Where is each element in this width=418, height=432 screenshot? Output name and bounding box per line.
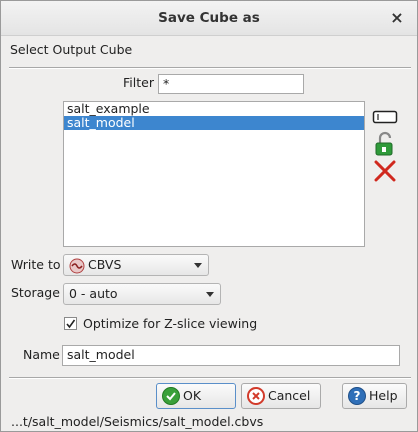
lock-open-icon (375, 131, 393, 156)
save-cube-dialog: Save Cube as × Select Output Cube Filter… (0, 0, 418, 432)
close-icon[interactable]: × (387, 8, 407, 28)
storage-select[interactable]: 0 - auto (63, 283, 221, 305)
write-to-select[interactable]: CBVS (63, 254, 209, 276)
storage-value: 0 - auto (69, 286, 118, 301)
write-to-label: Write to (11, 257, 61, 272)
help-button[interactable]: ? Help (342, 383, 407, 409)
cube-list[interactable]: salt_example salt_model (63, 101, 365, 247)
help-label: Help (369, 388, 398, 403)
optimize-label: Optimize for Z-slice viewing (83, 316, 258, 331)
cancel-button[interactable]: Cancel (241, 383, 321, 409)
filter-label: Filter (123, 75, 154, 90)
write-to-value: CBVS (88, 257, 122, 272)
list-item[interactable]: salt_example (64, 102, 364, 116)
ok-button[interactable]: OK (156, 383, 236, 409)
optimize-checkbox[interactable] (64, 317, 77, 330)
delete-icon (374, 160, 396, 182)
top-divider (9, 67, 411, 69)
section-label: Select Output Cube (10, 42, 133, 57)
window-title: Save Cube as (158, 10, 260, 26)
lock-button[interactable] (372, 131, 398, 156)
cancel-icon (247, 387, 265, 405)
bottom-divider (9, 377, 411, 379)
storage-label: Storage (11, 285, 60, 300)
help-icon: ? (348, 387, 366, 405)
rename-icon (372, 110, 398, 124)
chevron-down-icon (206, 292, 214, 297)
file-path: ...t/salt_model/Seismics/salt_model.cbvs (11, 414, 264, 429)
ok-label: OK (183, 388, 202, 403)
name-label: Name (23, 347, 60, 362)
rename-button[interactable] (372, 105, 398, 129)
filter-input[interactable]: * (158, 74, 304, 94)
checkmark-icon (66, 319, 76, 329)
check-circle-icon (162, 387, 180, 405)
delete-button[interactable] (372, 159, 398, 183)
title-bar: Save Cube as × (1, 1, 417, 36)
cbvs-format-icon (69, 258, 85, 274)
chevron-down-icon (194, 263, 202, 268)
name-input[interactable]: salt_model (62, 345, 400, 366)
list-item-selected[interactable]: salt_model (64, 116, 364, 130)
cancel-label: Cancel (268, 388, 311, 403)
